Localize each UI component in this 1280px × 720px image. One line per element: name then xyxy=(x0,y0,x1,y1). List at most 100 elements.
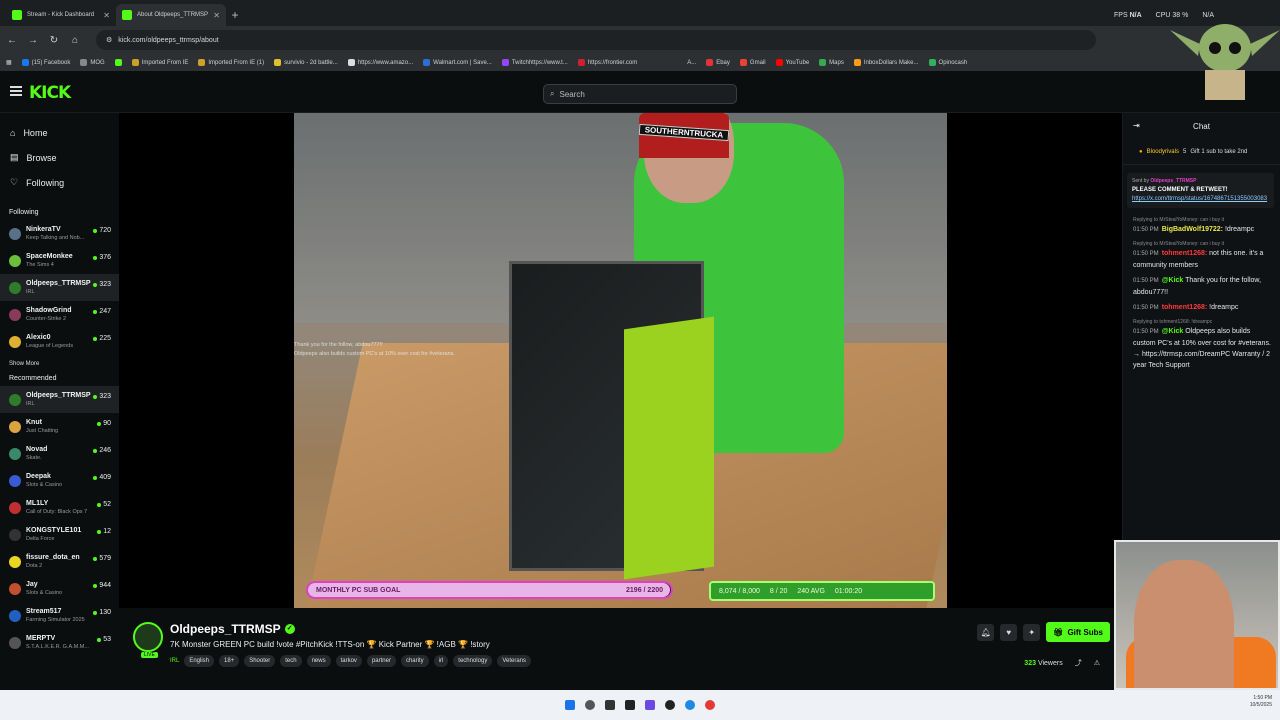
sidebar-channel[interactable]: ShadowGrind Counter-Strike 2 247 xyxy=(0,301,119,328)
boost-icon[interactable]: ✦ xyxy=(1023,623,1041,641)
message-user[interactable]: @Kick xyxy=(1162,328,1184,335)
stream-tag[interactable]: charity xyxy=(400,655,429,667)
chat-message[interactable]: 01:50 PM tohment1268: !dreampc xyxy=(1133,302,1274,314)
bookmark[interactable]: YouTube xyxy=(775,59,809,66)
sidebar-channel[interactable]: Jay Slots & Casino 944 xyxy=(0,575,119,602)
sidebar-channel[interactable]: Knut Just Chatting 90 xyxy=(0,413,119,440)
streamer-avatar[interactable] xyxy=(133,622,163,652)
stream-tag[interactable]: 18+ xyxy=(219,655,240,667)
message-user[interactable]: tohment1268: xyxy=(1162,304,1208,311)
bookmark[interactable]: Gmail xyxy=(739,59,766,66)
back-icon[interactable]: ← xyxy=(6,35,18,46)
search-icon[interactable] xyxy=(585,700,595,710)
stream-tag[interactable]: Shooter xyxy=(244,655,276,667)
close-icon[interactable]: ✕ xyxy=(213,11,220,20)
bell-icon[interactable]: 🔔︎ xyxy=(977,623,995,641)
streamer-name[interactable]: Oldpeeps_TTRMSP xyxy=(170,622,281,636)
sidebar-channel[interactable]: NinkeraTV Keep Talking and Nob... 720 xyxy=(0,220,119,247)
show-more-button[interactable]: Show More xyxy=(0,355,119,373)
pinned-message[interactable]: Sent by Oldpeeps_TTRMSP PLEASE COMMENT &… xyxy=(1127,173,1274,208)
channel-name: Alexic0 xyxy=(26,333,51,341)
sidebar-channel[interactable]: ML1LY Call of Duty: Black Ops 7 52 xyxy=(0,494,119,521)
chat-message[interactable]: Replying to MrStealYoMoney: can i buy it… xyxy=(1133,240,1274,271)
stream-tag[interactable]: Veterans xyxy=(497,655,532,667)
category-link[interactable]: IRL xyxy=(170,655,179,667)
collapse-chat-icon[interactable]: ⇥ xyxy=(1133,121,1140,130)
message-user[interactable]: tohment1268: xyxy=(1162,250,1208,257)
stream-tag[interactable]: partner xyxy=(366,655,396,667)
sidebar-channel[interactable]: SpaceMonkee The Sims 4 376 xyxy=(0,247,119,274)
share-icon[interactable]: ⤴ xyxy=(1075,658,1082,668)
site-info-icon[interactable]: ⚙ xyxy=(106,36,112,44)
app-icon[interactable] xyxy=(645,700,655,710)
top-gifter[interactable]: ● Bloodyrivals 5 Gift 1 sub to take 2nd xyxy=(1123,139,1280,165)
apps-icon[interactable]: ▦ xyxy=(6,59,12,66)
app-icon[interactable] xyxy=(665,700,675,710)
message-user[interactable]: @Kick xyxy=(1162,277,1184,284)
sidebar-channel[interactable]: KONGSTYLE101 Delta Force 12 xyxy=(0,521,119,548)
search-input[interactable]: ⌕ Search xyxy=(543,84,737,104)
taskview-icon[interactable] xyxy=(605,700,615,710)
bookmark[interactable]: Twitchhttps://www.t... xyxy=(501,59,568,66)
reload-icon[interactable]: ↻ xyxy=(48,35,60,46)
sidebar-nav-home[interactable]: ⌂ Home xyxy=(0,120,119,145)
pinned-link[interactable]: https://x.com/ttrmsp/status/167486715135… xyxy=(1132,196,1267,202)
sidebar-channel[interactable]: MERPTV S.T.A.L.K.E.R. G.A.M.M... 53 xyxy=(0,629,119,656)
sidebar-channel[interactable]: Stream517 Farming Simulator 2025 130 xyxy=(0,602,119,629)
forward-icon[interactable]: → xyxy=(27,35,39,46)
stream-tag[interactable]: tarkov xyxy=(335,655,362,667)
bookmark[interactable]: Walmart.com | Save... xyxy=(423,59,492,66)
sidebar-channel[interactable]: Alexic0 League of Legends 225 xyxy=(0,328,119,355)
home-icon[interactable]: ⌂ xyxy=(69,35,81,46)
report-icon[interactable]: ⚠ xyxy=(1094,659,1100,667)
bookmark[interactable]: A... xyxy=(687,60,696,66)
bookmark[interactable]: MOG xyxy=(80,59,105,66)
start-icon[interactable] xyxy=(565,700,575,710)
viewer-count: 720 xyxy=(93,227,111,234)
bookmark[interactable]: (15) Facebook xyxy=(21,59,70,66)
chat-message[interactable]: Replying to MrStealYoMoney: can i buy it… xyxy=(1133,216,1274,236)
hamburger-menu-icon[interactable] xyxy=(10,86,22,96)
kick-logo[interactable]: KICK xyxy=(29,83,71,103)
message-user[interactable]: BigBadWolf19722: xyxy=(1162,226,1223,233)
stream-tag[interactable]: technology xyxy=(453,655,493,667)
stream-tag[interactable]: tech xyxy=(280,655,302,667)
app-icon[interactable] xyxy=(625,700,635,710)
stream-tag[interactable]: irl xyxy=(433,655,449,667)
sidebar-channel[interactable]: fissure_dota_en Dota 2 579 xyxy=(0,548,119,575)
bookmark[interactable]: Maps xyxy=(819,59,844,66)
browser-tab-dashboard[interactable]: Stream - Kick Dashboard ✕ xyxy=(6,4,116,26)
stream-tag[interactable]: English xyxy=(184,655,215,667)
bookmark[interactable] xyxy=(114,59,122,66)
edge-icon[interactable] xyxy=(685,700,695,710)
bookmark[interactable]: Imported From IE xyxy=(131,59,188,66)
sidebar-channel[interactable]: Novad Skate. 246 xyxy=(0,440,119,467)
sidebar-channel[interactable]: Oldpeeps_TTRMSP IRL 323 xyxy=(0,386,119,413)
sidebar-channel[interactable]: Oldpeeps_TTRMSP IRL 323 xyxy=(0,274,119,301)
gift-subs-button[interactable]: 🎁︎ Gift Subs xyxy=(1046,622,1110,642)
stream-video[interactable]: Thank you for the follow, abdou777!! Old… xyxy=(294,113,947,608)
sidebar-channel[interactable]: Deepak Slots & Casino 409 xyxy=(0,467,119,494)
search-icon: ⌕ xyxy=(550,89,555,98)
video-player[interactable]: Thank you for the follow, abdou777!! Old… xyxy=(119,113,1122,608)
chat-message[interactable]: Replying to tohment1268: !dreampc 01:50 P… xyxy=(1133,318,1274,371)
bookmark[interactable]: https://frontier.com xyxy=(577,59,637,66)
browser-tab-about[interactable]: About Oldpeeps_TTRMSP ✕ xyxy=(116,4,226,26)
chrome-icon[interactable] xyxy=(705,700,715,710)
new-tab-icon[interactable]: + xyxy=(226,6,244,24)
system-tray[interactable]: 1:50 PM 10/5/2025 xyxy=(1250,695,1272,709)
chat-message[interactable]: 01:50 PM @Kick Thank you for the follow, … xyxy=(1133,275,1274,298)
heart-icon[interactable]: ♥ xyxy=(1000,623,1018,641)
bookmark[interactable]: Ebay xyxy=(706,59,730,66)
bookmark[interactable]: https://www.amazo... xyxy=(347,59,413,66)
sidebar-nav-browse[interactable]: ▤ Browse xyxy=(0,145,119,170)
bookmark[interactable]: Opinocash xyxy=(928,59,967,66)
stream-tag[interactable]: news xyxy=(306,655,331,667)
url-field[interactable]: ⚙ kick.com/oldpeeps_ttrmsp/about xyxy=(96,30,1096,50)
bookmark[interactable]: Imported From IE (1) xyxy=(198,59,264,66)
compass-icon: ▤ xyxy=(10,152,19,162)
bookmark[interactable]: InboxDollars Make... xyxy=(853,59,919,66)
bookmark[interactable]: survivio - 2d battle... xyxy=(274,59,338,66)
sidebar-nav-following[interactable]: ♡ Following xyxy=(0,170,119,195)
close-icon[interactable]: ✕ xyxy=(103,11,110,20)
